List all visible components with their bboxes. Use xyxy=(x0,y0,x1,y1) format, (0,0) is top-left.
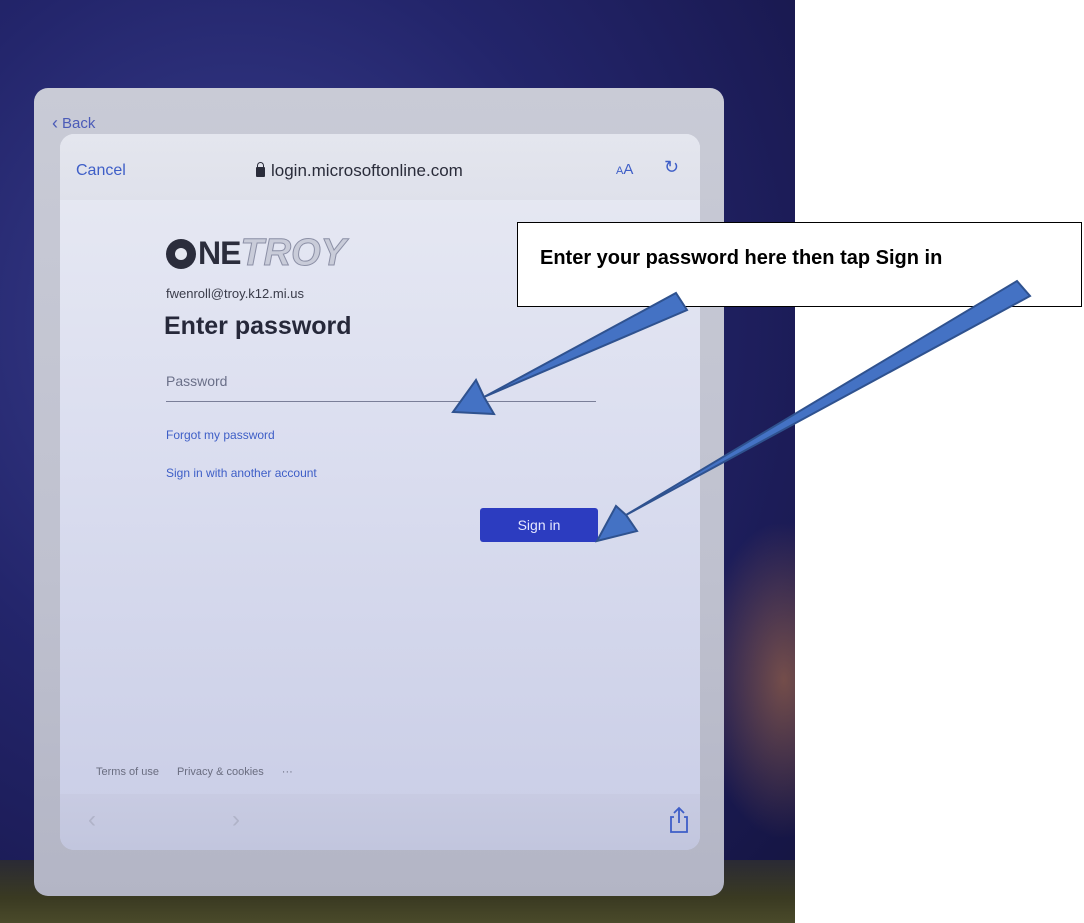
footer-links: Terms of use Privacy & cookies ··· xyxy=(96,766,293,778)
instruction-callout: Enter your password here then tap Sign i… xyxy=(517,222,1082,307)
chevron-right-icon[interactable]: › xyxy=(232,806,240,834)
address-bar[interactable]: login.microsoftonline.com xyxy=(256,161,463,181)
onetroy-logo: NE TROY xyxy=(166,232,347,275)
another-account-link[interactable]: Sign in with another account xyxy=(166,466,317,480)
url-text: login.microsoftonline.com xyxy=(271,161,463,180)
callout-text: Enter your password here then tap Sign i… xyxy=(540,247,943,269)
lock-icon xyxy=(256,162,265,177)
sign-in-button[interactable]: Sign in xyxy=(480,508,598,542)
password-field[interactable] xyxy=(166,360,596,402)
more-options-link[interactable]: ··· xyxy=(282,766,293,778)
back-label: Back xyxy=(62,114,96,132)
photo-background: ‹ Back Cancel login.microsoftonline.com … xyxy=(0,0,795,923)
cancel-button[interactable]: Cancel xyxy=(76,162,126,180)
forgot-password-link[interactable]: Forgot my password xyxy=(166,428,275,442)
chevron-left-icon: ‹ xyxy=(52,113,58,133)
browser-bottom-bar: ‹ › xyxy=(60,794,700,850)
account-email: fwenroll@troy.k12.mi.us xyxy=(166,286,304,301)
back-button[interactable]: ‹ Back xyxy=(52,114,95,132)
text-size-large: A xyxy=(623,161,634,178)
browser-top-bar: Cancel login.microsoftonline.com AA ↻ xyxy=(60,134,700,200)
logo-ne-text: NE xyxy=(198,235,241,271)
text-size-button[interactable]: AA xyxy=(616,161,633,178)
page-title: Enter password xyxy=(164,312,352,340)
terms-link[interactable]: Terms of use xyxy=(96,766,159,778)
chevron-left-icon[interactable]: ‹ xyxy=(88,806,96,834)
logo-o-mark xyxy=(166,238,196,269)
share-icon[interactable] xyxy=(668,806,690,834)
screenshot-stage: ‹ Back Cancel login.microsoftonline.com … xyxy=(0,0,1084,923)
reload-icon[interactable]: ↻ xyxy=(664,157,679,178)
logo-troy-text: TROY xyxy=(240,232,347,275)
privacy-link[interactable]: Privacy & cookies xyxy=(177,766,264,778)
